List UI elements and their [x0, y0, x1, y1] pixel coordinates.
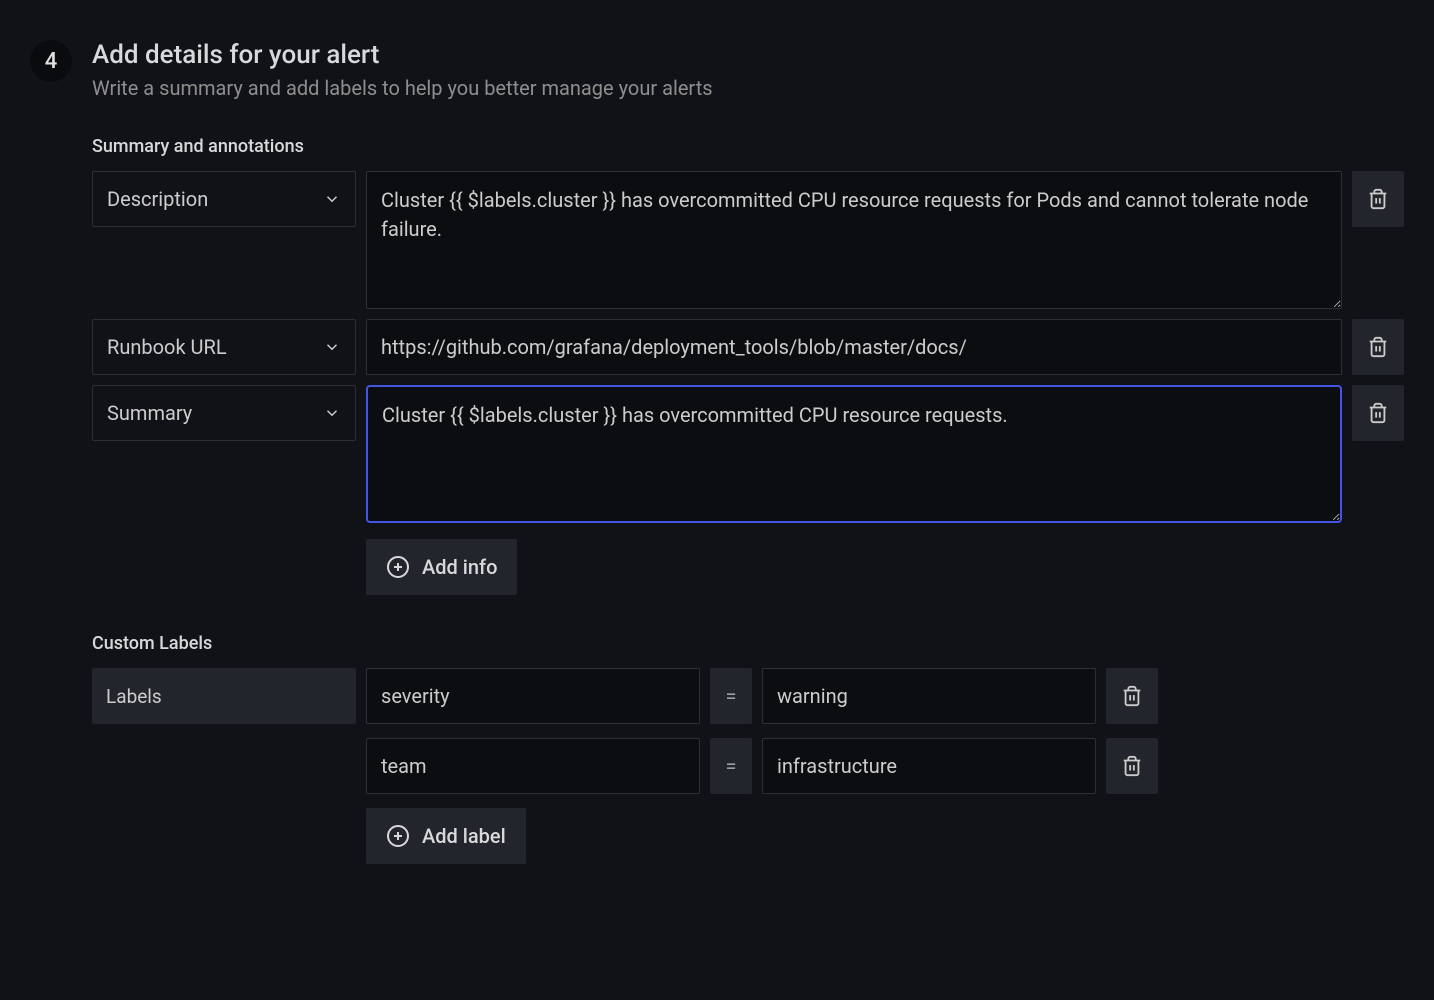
trash-icon — [1121, 685, 1143, 707]
label-pair: = — [366, 668, 1404, 724]
add-label-label: Add label — [422, 824, 506, 848]
labels-row-header: Labels — [92, 668, 356, 724]
annotation-key-select-summary[interactable]: Summary — [92, 385, 356, 441]
chevron-down-icon — [323, 338, 341, 356]
annotation-key-select-description[interactable]: Description — [92, 171, 356, 227]
add-label-button[interactable]: Add label — [366, 808, 526, 864]
step-title: Add details for your alert — [92, 40, 1404, 70]
annotation-row: Runbook URL — [92, 319, 1404, 375]
plus-circle-icon — [386, 555, 410, 579]
delete-label-button[interactable] — [1106, 668, 1158, 724]
label-key-input[interactable] — [366, 668, 700, 724]
delete-annotation-button[interactable] — [1352, 171, 1404, 227]
trash-icon — [1367, 336, 1389, 358]
label-pair: = — [366, 738, 1404, 794]
annotations-section-header: Summary and annotations — [92, 136, 1404, 157]
select-label: Runbook URL — [107, 335, 227, 359]
delete-label-button[interactable] — [1106, 738, 1158, 794]
annotation-key-select-runbook[interactable]: Runbook URL — [92, 319, 356, 375]
equals-separator: = — [710, 738, 752, 794]
select-label: Description — [107, 187, 208, 211]
label-value-input[interactable] — [762, 738, 1096, 794]
delete-annotation-button[interactable] — [1352, 319, 1404, 375]
plus-circle-icon — [386, 824, 410, 848]
trash-icon — [1121, 755, 1143, 777]
label-value-input[interactable] — [762, 668, 1096, 724]
chevron-down-icon — [323, 404, 341, 422]
step-subtitle: Write a summary and add labels to help y… — [92, 76, 1404, 100]
label-key-input[interactable] — [366, 738, 700, 794]
select-label: Summary — [107, 401, 192, 425]
annotation-row: Summary — [92, 385, 1404, 523]
equals-separator: = — [710, 668, 752, 724]
trash-icon — [1367, 188, 1389, 210]
chevron-down-icon — [323, 190, 341, 208]
step-number-badge: 4 — [30, 40, 72, 82]
annotation-value-description[interactable] — [366, 171, 1342, 309]
labels-section-header: Custom Labels — [92, 633, 1404, 654]
annotation-row: Description — [92, 171, 1404, 309]
annotation-value-runbook-url[interactable] — [366, 319, 1342, 375]
trash-icon — [1367, 402, 1389, 424]
add-annotation-label: Add info — [422, 555, 497, 579]
delete-annotation-button[interactable] — [1352, 385, 1404, 441]
annotation-value-summary[interactable] — [366, 385, 1342, 523]
add-annotation-button[interactable]: Add info — [366, 539, 517, 595]
